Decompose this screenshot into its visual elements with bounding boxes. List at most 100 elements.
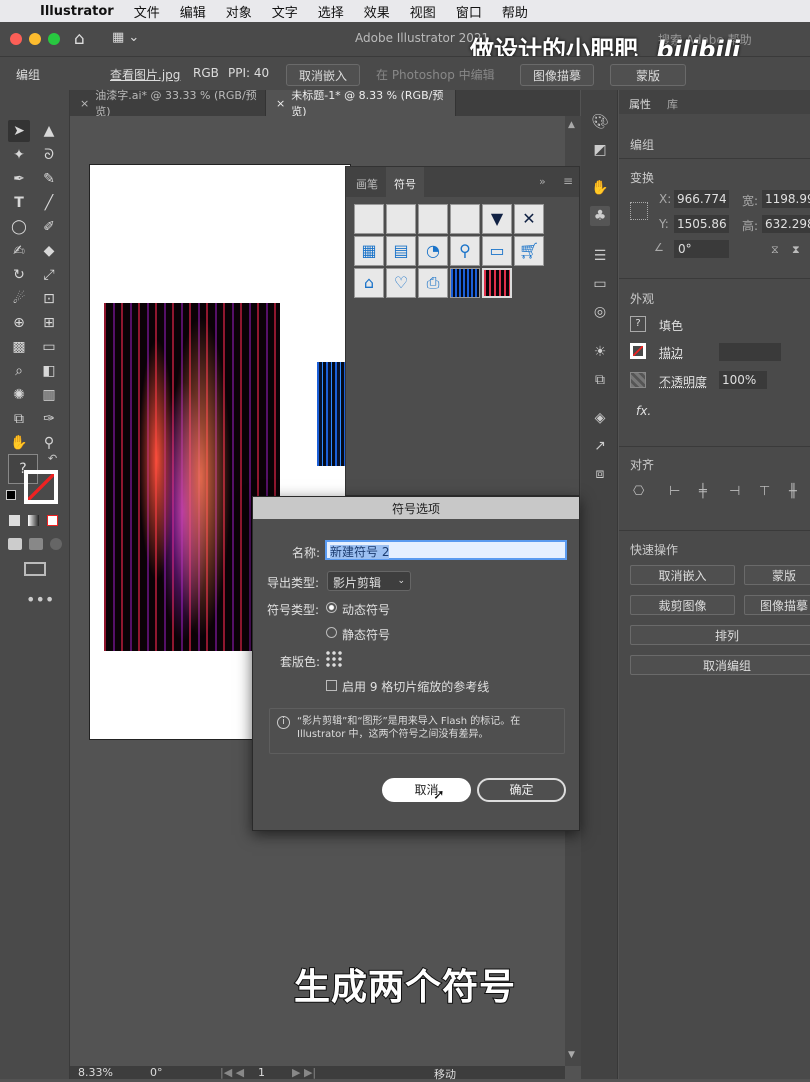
dynamic-symbol-radio[interactable] bbox=[326, 602, 337, 613]
align-to-icon[interactable]: ⎔ bbox=[633, 484, 644, 499]
zoom-level[interactable]: 8.33% bbox=[78, 1066, 113, 1079]
flip-vertical-icon[interactable]: ⧗ bbox=[792, 243, 800, 257]
mesh-tool-icon[interactable]: ▩ bbox=[8, 336, 30, 358]
menu-file[interactable]: 文件 bbox=[134, 2, 160, 21]
film-symbol-icon[interactable]: ▤ bbox=[386, 236, 416, 266]
rotate-field[interactable]: 0° bbox=[674, 240, 729, 258]
home-icon[interactable]: ⌂ bbox=[74, 29, 85, 49]
tab-brushes[interactable]: 画笔 bbox=[356, 176, 378, 192]
stroke-swatch-icon[interactable] bbox=[24, 470, 58, 504]
calendar-symbol-icon[interactable]: ▦ bbox=[354, 236, 384, 266]
linked-file-link[interactable]: 查看图片.jpg bbox=[110, 66, 180, 83]
shape-builder-tool-icon[interactable]: ⊕ bbox=[8, 312, 30, 334]
tab-document-1[interactable]: × 油漆字.ai* @ 33.33 % (RGB/预览) bbox=[70, 89, 266, 118]
height-field[interactable]: 632.298 bbox=[762, 215, 810, 233]
screen-mode-icon[interactable] bbox=[24, 562, 46, 576]
artboard-nav-next-icon[interactable]: ▶ ▶| bbox=[292, 1066, 316, 1079]
dropdown-symbol-icon[interactable]: ▼ bbox=[482, 204, 512, 234]
edit-in-photoshop-button[interactable]: 在 Photoshop 中编辑 bbox=[376, 66, 495, 83]
gradient-mode-icon[interactable] bbox=[28, 515, 39, 526]
card-symbol-icon[interactable]: ▭ bbox=[482, 236, 512, 266]
opacity-field[interactable]: 100% bbox=[719, 371, 767, 389]
swap-fill-stroke-icon[interactable]: ↶ bbox=[48, 452, 57, 465]
stroke-weight-field[interactable] bbox=[719, 343, 781, 361]
close-tab-icon[interactable]: × bbox=[80, 97, 89, 110]
zoom-tool-icon[interactable]: ⚲ bbox=[38, 432, 60, 454]
close-tab-icon[interactable]: × bbox=[276, 97, 285, 110]
app-menu[interactable]: Illustrator bbox=[40, 4, 114, 19]
slice-tool-icon[interactable]: ✑ bbox=[38, 408, 60, 430]
home-symbol-icon[interactable]: ⌂ bbox=[354, 268, 384, 298]
ungroup-button[interactable]: 取消编组 bbox=[630, 655, 810, 675]
collapse-panel-icon[interactable]: » bbox=[539, 175, 546, 188]
artboard-nav-icon[interactable]: |◀ ◀ bbox=[220, 1066, 244, 1079]
search-symbol-icon[interactable]: ⚲ bbox=[450, 236, 480, 266]
color-mode-icon[interactable] bbox=[9, 515, 20, 526]
more-tools-icon[interactable]: ••• bbox=[26, 590, 54, 609]
cancel-button[interactable]: 取消 bbox=[382, 778, 471, 802]
width-field[interactable]: 1198.99 bbox=[762, 190, 810, 208]
close-symbol-icon[interactable]: ✕ bbox=[514, 204, 544, 234]
ellipse-tool-icon[interactable]: ◯ bbox=[8, 216, 30, 238]
none-mode-icon[interactable] bbox=[47, 515, 58, 526]
tab-symbols[interactable]: 符号 bbox=[386, 167, 424, 197]
shaper-tool-icon[interactable]: ✍ bbox=[8, 240, 30, 262]
mask-button[interactable]: 蒙版 bbox=[610, 64, 686, 86]
menu-type[interactable]: 文字 bbox=[272, 2, 298, 21]
menu-effect[interactable]: 效果 bbox=[364, 2, 390, 21]
arrange-button[interactable]: 排列 bbox=[630, 625, 810, 645]
mask-quick-button[interactable]: 蒙版 bbox=[744, 565, 810, 585]
image-trace-button[interactable]: 图像描摹 bbox=[520, 64, 594, 86]
layers-icon[interactable]: ◈ bbox=[590, 408, 610, 428]
graph-tool-icon[interactable]: ▥ bbox=[38, 384, 60, 406]
artboards-icon[interactable]: ⧈ bbox=[590, 464, 610, 484]
reference-point-icon[interactable] bbox=[630, 202, 648, 220]
unembed-quick-button[interactable]: 取消嵌入 bbox=[630, 565, 735, 585]
default-colors-icon[interactable] bbox=[6, 490, 16, 500]
y-field[interactable]: 1505.86 bbox=[674, 215, 729, 233]
cart-symbol-icon[interactable]: 🛒︎ bbox=[514, 236, 544, 266]
paintbrush-tool-icon[interactable]: ✐ bbox=[38, 216, 60, 238]
menu-help[interactable]: 帮助 bbox=[502, 2, 528, 21]
blend-tool-icon[interactable]: ◧ bbox=[38, 360, 60, 382]
align-hcenter-icon[interactable]: ╪ bbox=[699, 484, 707, 499]
tab-libraries[interactable]: 库 bbox=[667, 96, 678, 112]
workspace-icon[interactable]: ▦ ⌄ bbox=[112, 30, 139, 45]
unembed-button[interactable]: 取消嵌入 bbox=[286, 64, 360, 86]
symbol-name-input[interactable]: 新建符号 2 bbox=[325, 540, 567, 560]
magic-wand-tool-icon[interactable]: ✦ bbox=[8, 144, 30, 166]
direct-selection-tool-icon[interactable]: ▲ bbox=[38, 120, 60, 142]
menu-object[interactable]: 对象 bbox=[226, 2, 252, 21]
minimize-window-button[interactable] bbox=[29, 33, 41, 45]
graphic-styles-icon[interactable]: ⧉ bbox=[590, 370, 610, 390]
x-field[interactable]: 966.774 bbox=[674, 190, 729, 208]
menu-edit[interactable]: 编辑 bbox=[180, 2, 206, 21]
type-tool-icon[interactable]: T bbox=[8, 192, 30, 214]
rotate-tool-icon[interactable]: ↻ bbox=[8, 264, 30, 286]
lasso-tool-icon[interactable]: ᘐ bbox=[38, 144, 60, 166]
symbol-button-1[interactable] bbox=[354, 204, 384, 234]
close-window-button[interactable] bbox=[10, 33, 22, 45]
scroll-down-icon[interactable]: ▼ bbox=[568, 1050, 575, 1060]
draw-inside-icon[interactable] bbox=[50, 538, 62, 550]
export-icon[interactable]: ↗ bbox=[590, 436, 610, 456]
scroll-up-icon[interactable]: ▲ bbox=[568, 120, 575, 130]
symbol-button-4[interactable] bbox=[450, 204, 480, 234]
draw-behind-icon[interactable] bbox=[29, 538, 43, 550]
hand-tool-icon[interactable]: ✋ bbox=[8, 432, 30, 454]
tab-properties[interactable]: 属性 bbox=[629, 96, 651, 112]
selection-tool-icon[interactable]: ➤ bbox=[8, 120, 30, 142]
menu-window[interactable]: 窗口 bbox=[456, 2, 482, 21]
eraser-tool-icon[interactable]: ◆ bbox=[38, 240, 60, 262]
artboard-tool-icon[interactable]: ⧉ bbox=[8, 408, 30, 430]
red-streak-symbol[interactable] bbox=[482, 268, 512, 298]
artboard-number[interactable]: 1 bbox=[258, 1066, 265, 1079]
warp-tool-icon[interactable]: ☄ bbox=[8, 288, 30, 310]
scale-tool-icon[interactable]: ⤢ bbox=[38, 264, 60, 286]
symbol-button-2[interactable] bbox=[386, 204, 416, 234]
draw-normal-icon[interactable] bbox=[8, 538, 22, 550]
heart-symbol-icon[interactable]: ♡ bbox=[386, 268, 416, 298]
registration-grid-icon[interactable] bbox=[325, 650, 343, 668]
eyedropper-tool-icon[interactable]: ⌕ bbox=[8, 360, 30, 382]
align-vcenter-icon[interactable]: ╫ bbox=[789, 484, 797, 499]
